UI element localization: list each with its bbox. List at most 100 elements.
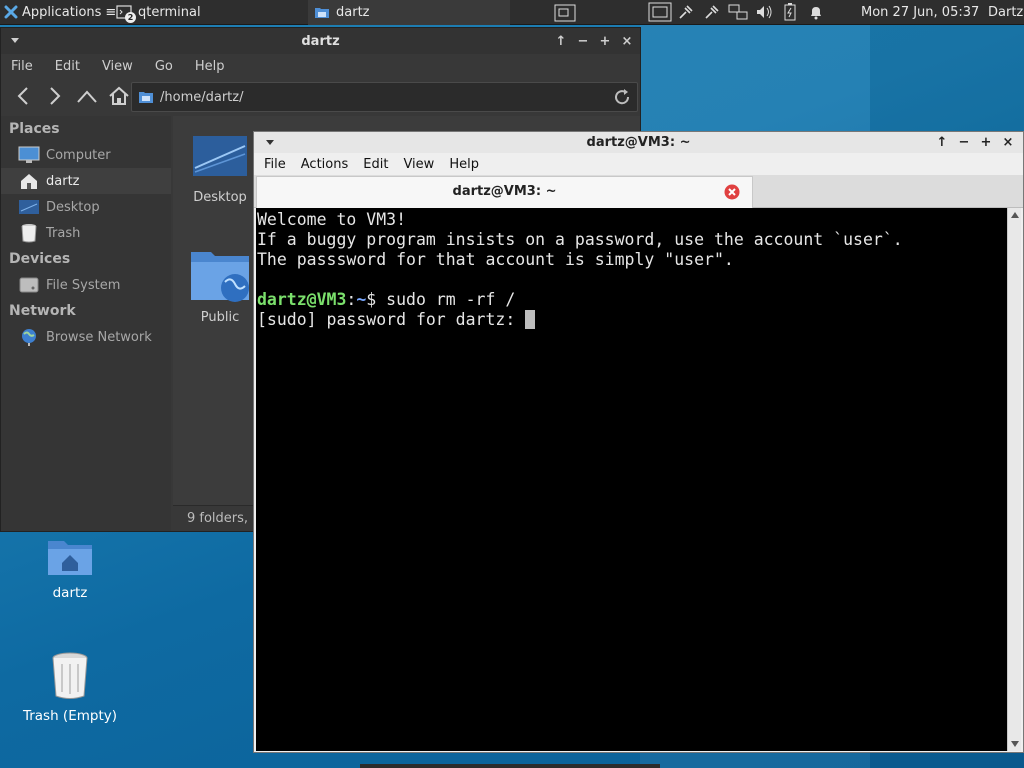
window-title: dartz@VM3: ~ — [586, 135, 691, 150]
clock[interactable]: Mon 27 Jun, 05:37 — [861, 0, 979, 25]
tab-label: dartz@VM3: ~ — [452, 184, 557, 199]
sidebar-item-label: dartz — [46, 173, 80, 189]
home-folder-icon — [10, 535, 130, 577]
network-plug-icon[interactable] — [700, 0, 724, 25]
sidebar-item-computer[interactable]: Computer — [1, 142, 171, 168]
trash-icon — [18, 223, 40, 243]
menu-actions[interactable]: Actions — [301, 157, 349, 172]
stick-icon[interactable]: ↑ — [935, 135, 949, 150]
workspace-icon[interactable] — [552, 0, 578, 25]
desktop-icon — [18, 197, 40, 217]
drive-icon — [18, 275, 40, 295]
home-icon — [18, 171, 40, 191]
sidebar-section-network: Network — [9, 303, 76, 319]
taskbar-item-label: qterminal — [138, 4, 201, 20]
user-menu[interactable]: Dartz — [988, 0, 1023, 25]
file-item-desktop[interactable]: Desktop — [175, 134, 265, 205]
public-folder-icon — [191, 252, 249, 302]
maximize-icon[interactable]: + — [598, 34, 612, 49]
globe-icon — [18, 327, 40, 347]
desktop-folder-icon — [193, 136, 247, 176]
maximize-icon[interactable]: + — [979, 135, 993, 150]
location-path: /home/dartz/ — [160, 89, 244, 105]
scroll-down-icon[interactable] — [1008, 737, 1022, 751]
sidebar-item-label: Browse Network — [46, 329, 152, 345]
sudo-prompt: [sudo] password for dartz: — [257, 310, 526, 329]
top-panel: Applications ≡ 2 qterminal dartz Mon 27 … — [0, 0, 1024, 25]
file-item-label: Desktop — [193, 190, 247, 205]
workspace-pager-icon[interactable] — [648, 0, 672, 25]
taskbar-item-dartz[interactable]: dartz — [308, 0, 510, 25]
menu-file[interactable]: File — [264, 157, 286, 172]
tab-close-icon[interactable] — [724, 184, 740, 200]
sidebar-item-dartz[interactable]: dartz — [1, 168, 171, 194]
terminal-window: dartz@VM3: ~ ↑ − + × File Actions Edit V… — [253, 131, 1024, 753]
prompt-separator: : — [346, 290, 357, 309]
volume-icon[interactable] — [752, 0, 776, 25]
back-icon[interactable] — [11, 84, 35, 108]
terminal-output[interactable]: Welcome to VM3! If a buggy program insist… — [256, 208, 1008, 751]
reload-icon[interactable] — [613, 88, 631, 106]
file-item-public[interactable]: Public — [175, 246, 265, 325]
window-titlebar[interactable]: dartz ↑ − + × — [1, 28, 640, 54]
home-icon[interactable] — [107, 84, 131, 108]
applications-menu-button[interactable]: Applications ≡ — [0, 0, 120, 25]
minimize-icon[interactable]: − — [576, 34, 590, 49]
terminal-line: If a buggy program insists on a password… — [257, 230, 903, 249]
menu-bar: File Actions Edit View Help — [254, 153, 1023, 175]
menu-go[interactable]: Go — [155, 59, 173, 74]
battery-icon[interactable] — [778, 0, 802, 25]
desktop-icon-label: Trash (Empty) — [22, 708, 118, 724]
desktop-icon-home[interactable]: dartz — [10, 535, 130, 601]
tab-terminal[interactable]: dartz@VM3: ~ — [256, 176, 753, 208]
menu-bar: File Edit View Go Help — [1, 54, 640, 78]
stick-icon[interactable]: ↑ — [554, 34, 568, 49]
sidebar: Places Computer dartz Desktop Trash Devi… — [1, 116, 171, 531]
applications-label: Applications — [22, 4, 102, 20]
sidebar-item-desktop[interactable]: Desktop — [1, 194, 171, 220]
desktop-icon-trash[interactable]: Trash (Empty) — [10, 652, 130, 724]
sidebar-item-browse-network[interactable]: Browse Network — [1, 324, 171, 350]
computer-icon — [18, 145, 40, 165]
workspace-switcher[interactable] — [552, 0, 578, 25]
terminal-icon: 2 — [116, 4, 136, 23]
sidebar-section-devices: Devices — [9, 251, 71, 267]
sidebar-item-label: Desktop — [46, 199, 100, 215]
scroll-up-icon[interactable] — [1008, 208, 1022, 222]
taskbar-item-qterminal[interactable]: 2 qterminal — [110, 0, 308, 25]
folder-icon — [314, 4, 330, 20]
system-tray — [648, 0, 828, 25]
terminal-sudo-line: [sudo] password for dartz: — [257, 310, 1008, 330]
forward-icon[interactable] — [43, 84, 67, 108]
terminal-prompt-line: dartz@VM3:~$ sudo rm -rf / — [257, 290, 1008, 310]
up-icon[interactable] — [75, 84, 99, 108]
menu-view[interactable]: View — [403, 157, 434, 172]
menu-view[interactable]: View — [102, 59, 133, 74]
close-icon[interactable]: × — [620, 34, 634, 49]
network-plug-icon[interactable] — [674, 0, 698, 25]
terminal-line: Welcome to VM3! — [257, 210, 407, 229]
close-icon[interactable]: × — [1001, 135, 1015, 150]
xfce-logo-icon — [4, 5, 18, 19]
network-computers-icon[interactable] — [726, 0, 750, 25]
sidebar-item-file-system[interactable]: File System — [1, 272, 171, 298]
minimize-icon[interactable]: − — [957, 135, 971, 150]
menu-file[interactable]: File — [11, 59, 33, 74]
scrollbar[interactable] — [1007, 208, 1021, 751]
location-bar[interactable]: /home/dartz/ — [131, 82, 638, 112]
notification-bell-icon[interactable] — [804, 0, 828, 25]
menu-edit[interactable]: Edit — [363, 157, 388, 172]
prompt-command: $ sudo rm -rf / — [366, 290, 516, 309]
bottom-panel-edge — [360, 764, 660, 768]
sidebar-item-trash[interactable]: Trash — [1, 220, 171, 246]
menu-help[interactable]: Help — [195, 59, 225, 74]
taskbar-item-label: dartz — [336, 4, 370, 20]
sidebar-section-places: Places — [9, 121, 60, 137]
menu-edit[interactable]: Edit — [55, 59, 80, 74]
menu-help[interactable]: Help — [449, 157, 479, 172]
window-count-badge: 2 — [125, 12, 136, 23]
window-titlebar[interactable]: dartz@VM3: ~ ↑ − + × — [254, 132, 1023, 153]
trash-icon — [10, 652, 130, 700]
desktop-icon-label: dartz — [52, 585, 88, 601]
